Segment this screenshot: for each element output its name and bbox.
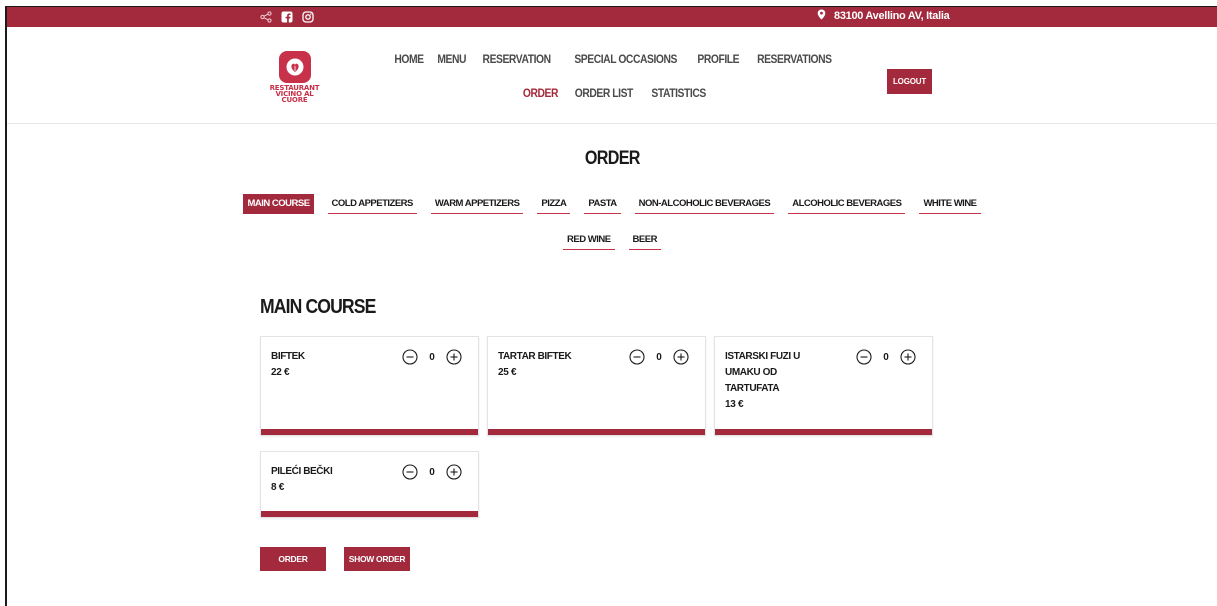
section-title: MAIN COURSE	[260, 296, 391, 319]
tab-red-wine[interactable]: RED WINE	[563, 230, 615, 250]
decrease-button[interactable]	[629, 349, 645, 365]
instagram-icon[interactable]	[302, 10, 314, 23]
nav-order-list[interactable]: ORDER LIST	[575, 86, 634, 100]
item-info: TARTAR BIFTEK 25 €	[498, 349, 598, 381]
decrease-button[interactable]	[402, 349, 418, 365]
category-tabs-row-1: MAIN COURSE COLD APPETIZERS WARM APPETIZ…	[7, 194, 1217, 214]
quantity-value: 0	[429, 466, 435, 478]
page-frame: 83100 Avellino AV, Italia RESTAURANT VIC…	[5, 6, 1217, 606]
item-name: BIFTEK	[271, 351, 305, 362]
top-bar: 83100 Avellino AV, Italia	[7, 7, 1217, 27]
nav-reservations[interactable]: RESERVATIONS	[757, 52, 832, 66]
menu-item-card: ISTARSKI FUZI U UMAKU OD TARTUFATA 13 € …	[714, 336, 933, 436]
increase-button[interactable]	[446, 349, 462, 365]
tab-non-alcoholic-beverages[interactable]: NON-ALCOHOLIC BEVERAGES	[634, 194, 775, 214]
nav-home[interactable]: HOME	[394, 52, 424, 66]
tab-beer[interactable]: BEER	[628, 230, 661, 250]
quantity-value: 0	[429, 351, 435, 363]
logo[interactable]: RESTAURANT VICINO AL CUORE	[257, 51, 332, 104]
logo-text: RESTAURANT VICINO AL CUORE	[269, 84, 320, 104]
heart-leaf-icon	[286, 58, 303, 76]
quantity-value: 0	[883, 351, 889, 363]
nav-reservation[interactable]: RESERVATION	[483, 52, 552, 66]
increase-button[interactable]	[900, 349, 916, 365]
item-info: BIFTEK 22 €	[271, 349, 371, 381]
item-info: PILEĆI BEČKI 8 €	[271, 464, 371, 496]
item-name: TARTAR BIFTEK	[498, 351, 572, 362]
category-tabs-row-2: RED WINE BEER	[7, 230, 1217, 250]
menu-item-card: TARTAR BIFTEK 25 € 0	[487, 336, 706, 436]
nav-order[interactable]: ORDER	[523, 86, 559, 100]
minus-circle-icon	[856, 349, 872, 365]
menu-item-card: PILEĆI BEČKI 8 € 0	[260, 451, 479, 518]
card-accent-bar	[488, 429, 705, 435]
menu-item-card: BIFTEK 22 € 0	[260, 336, 479, 436]
plus-circle-icon	[673, 349, 689, 365]
increase-button[interactable]	[446, 464, 462, 480]
decrease-button[interactable]	[856, 349, 872, 365]
nav-menu[interactable]: MENU	[437, 52, 466, 66]
map-pin-icon	[817, 9, 826, 23]
quantity-stepper: 0	[856, 349, 916, 365]
logo-badge	[278, 51, 311, 83]
item-price: 8 €	[271, 482, 285, 493]
order-button[interactable]: ORDER	[260, 547, 326, 571]
location-text: 83100 Avellino AV, Italia	[834, 10, 950, 22]
tab-alcoholic-beverages[interactable]: ALCOHOLIC BEVERAGES	[788, 194, 906, 214]
item-price: 25 €	[498, 367, 517, 378]
logout-button[interactable]: LOGOUT	[887, 69, 932, 94]
facebook-icon[interactable]	[281, 10, 293, 23]
nav-profile[interactable]: PROFILE	[697, 52, 739, 66]
plus-circle-icon	[446, 464, 462, 480]
card-accent-bar	[261, 429, 478, 435]
minus-circle-icon	[629, 349, 645, 365]
quantity-stepper: 0	[629, 349, 689, 365]
item-name: ISTARSKI FUZI U UMAKU OD TARTUFATA	[725, 351, 800, 394]
page-title: ORDER	[7, 148, 1217, 170]
minus-circle-icon	[402, 349, 418, 365]
quantity-stepper: 0	[402, 464, 462, 480]
card-accent-bar	[715, 429, 932, 435]
decrease-button[interactable]	[402, 464, 418, 480]
nav-statistics[interactable]: STATISTICS	[651, 86, 706, 100]
share-icon[interactable]	[260, 10, 272, 23]
main-nav: HOME MENU RESERVATION SPECIAL OCCASIONS …	[375, 52, 855, 100]
show-order-button[interactable]: SHOW ORDER	[344, 547, 410, 571]
social-links	[260, 10, 314, 23]
header: RESTAURANT VICINO AL CUORE HOME MENU RES…	[7, 27, 1217, 124]
tab-pizza[interactable]: PIZZA	[537, 194, 571, 214]
tab-main-course[interactable]: MAIN COURSE	[243, 194, 314, 214]
section-title-text: MAIN COURSE	[260, 296, 376, 318]
item-info: ISTARSKI FUZI U UMAKU OD TARTUFATA 13 €	[725, 349, 805, 413]
item-price: 22 €	[271, 367, 290, 378]
quantity-stepper: 0	[402, 349, 462, 365]
tab-warm-appetizers[interactable]: WARM APPETIZERS	[430, 194, 524, 214]
quantity-value: 0	[656, 351, 662, 363]
minus-circle-icon	[402, 464, 418, 480]
tab-pasta[interactable]: PASTA	[584, 194, 621, 214]
plus-circle-icon	[446, 349, 462, 365]
tab-white-wine[interactable]: WHITE WINE	[919, 194, 981, 214]
increase-button[interactable]	[673, 349, 689, 365]
item-name: PILEĆI BEČKI	[271, 466, 333, 477]
card-accent-bar	[261, 511, 478, 517]
item-price: 13 €	[725, 399, 744, 410]
plus-circle-icon	[900, 349, 916, 365]
location: 83100 Avellino AV, Italia	[817, 9, 950, 23]
nav-special-occasions[interactable]: SPECIAL OCCASIONS	[574, 52, 677, 66]
tab-cold-appetizers[interactable]: COLD APPETIZERS	[327, 194, 417, 214]
page-title-text: ORDER	[584, 148, 641, 169]
